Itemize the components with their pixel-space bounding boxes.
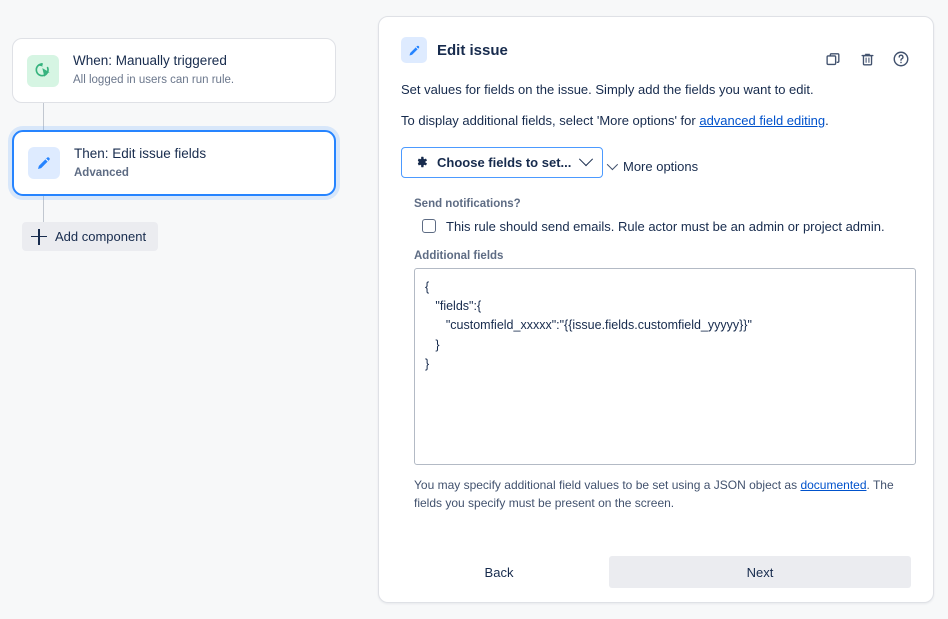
rule-action-title: Then: Edit issue fields [74, 145, 207, 161]
send-emails-checkbox-row[interactable]: This rule should send emails. Rule actor… [422, 219, 911, 234]
pencil-icon [28, 147, 60, 179]
cursor-refresh-icon [27, 54, 59, 87]
help-icon[interactable] [891, 49, 911, 69]
help-text-prefix: You may specify additional field values … [414, 477, 801, 492]
documented-link[interactable]: documented [800, 478, 866, 492]
panel-inner: Edit issue Set values for fields on the … [379, 17, 933, 602]
more-options-label: More options [622, 158, 699, 174]
edit-issue-config-panel: Edit issue Set values for fields on the … [378, 16, 934, 603]
additional-fields-label: Additional fields [414, 249, 504, 262]
add-component-button[interactable]: Add component [22, 222, 159, 251]
chevron-down-icon [579, 152, 594, 167]
plus-icon [31, 228, 47, 245]
additional-fields-help-text: You may specify additional field values … [414, 476, 916, 512]
additional-fields-json-input[interactable] [414, 267, 916, 465]
chevron-down-icon [606, 159, 619, 171]
rule-action-card-edit-issue-fields[interactable]: Then: Edit issue fields Advanced [12, 130, 336, 196]
panel-footer: Back Next [401, 556, 911, 588]
rule-trigger-subtitle: All logged in users can run rule. [73, 74, 235, 87]
send-notifications-label: Send notifications? [414, 197, 521, 210]
copy-icon[interactable] [823, 49, 843, 69]
rule-trigger-title: When: Manually triggered [73, 53, 227, 69]
panel-description-2-prefix: To display additional fields, select 'Mo… [401, 112, 700, 128]
add-component-label: Add component [55, 229, 147, 244]
page-title: Edit issue [437, 41, 508, 59]
panel-description-2: To display additional fields, select 'Mo… [401, 112, 911, 131]
send-emails-checkbox[interactable] [422, 219, 436, 234]
connector-line-1 [43, 103, 44, 131]
panel-description-2-suffix: . [825, 112, 829, 128]
rule-trigger-card[interactable]: When: Manually triggered All logged in u… [12, 38, 336, 103]
rule-action-subtitle: Advanced [74, 166, 129, 179]
trash-icon[interactable] [857, 49, 877, 69]
pencil-icon [401, 37, 427, 63]
panel-header-actions [823, 49, 911, 69]
send-emails-checkbox-label: This rule should send emails. Rule actor… [446, 218, 885, 234]
rule-chain: When: Manually triggered All logged in u… [0, 0, 378, 619]
back-button[interactable]: Back [401, 556, 597, 588]
choose-fields-label: Choose fields to set... [437, 154, 572, 170]
automation-rule-builder: When: Manually triggered All logged in u… [0, 0, 948, 619]
rule-trigger-text: When: Manually triggered All logged in u… [73, 53, 234, 87]
connector-line-2 [43, 195, 44, 223]
rule-action-text: Then: Edit issue fields Advanced [74, 146, 206, 180]
more-options-toggle[interactable]: More options [606, 158, 699, 174]
panel-description-1: Set values for fields on the issue. Simp… [401, 82, 814, 97]
gear-icon [413, 154, 429, 170]
choose-fields-to-set-button[interactable]: Choose fields to set... [401, 146, 604, 178]
next-button[interactable]: Next [609, 556, 911, 588]
advanced-field-editing-link[interactable]: advanced field editing [699, 113, 825, 128]
